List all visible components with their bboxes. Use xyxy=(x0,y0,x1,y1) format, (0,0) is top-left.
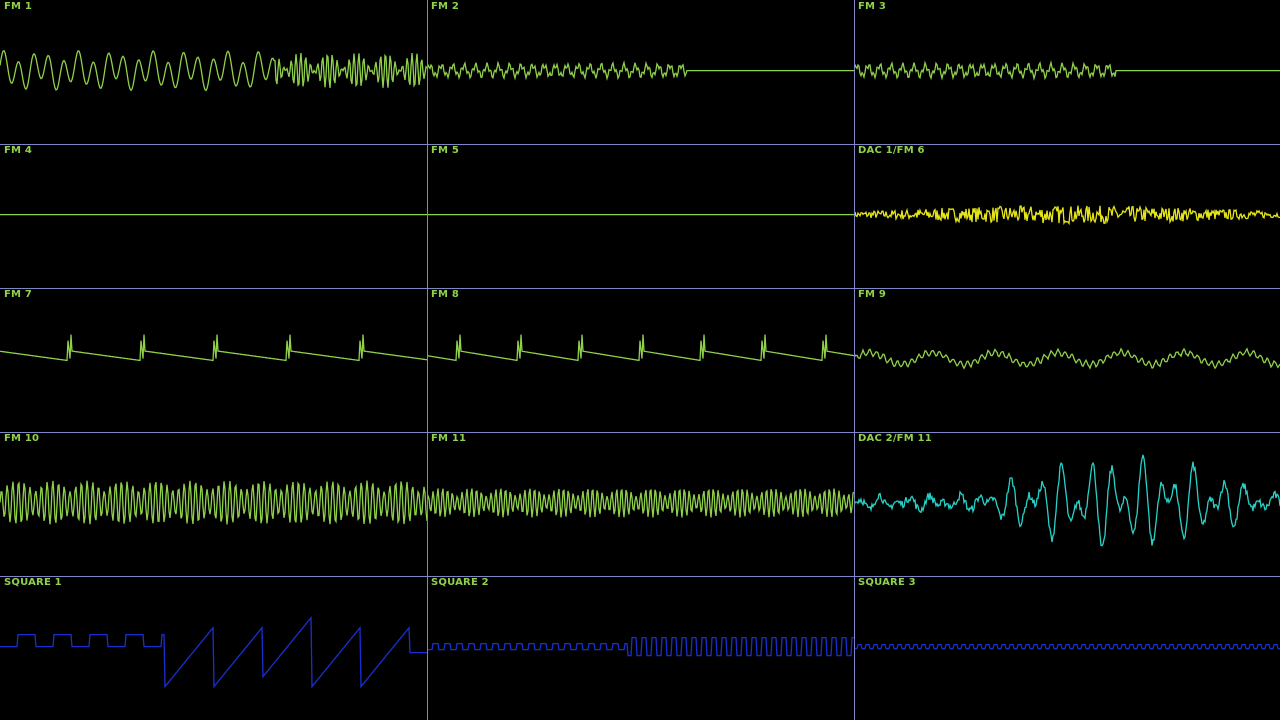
channel-panel: SQUARE 3 xyxy=(854,576,1280,720)
grid-divider xyxy=(0,576,1280,577)
waveform-trace xyxy=(854,347,1280,370)
channel-panel: FM 5 xyxy=(427,144,854,288)
waveform-trace xyxy=(427,334,854,362)
waveform-plot xyxy=(427,636,854,657)
channel-panel: FM 1 xyxy=(0,0,427,144)
channel-panel: FM 2 xyxy=(427,0,854,144)
channel-label: FM 3 xyxy=(858,1,887,12)
waveform-trace xyxy=(427,488,854,518)
channel-label: SQUARE 3 xyxy=(858,577,916,588)
waveform-trace xyxy=(0,480,427,525)
waveform-plot xyxy=(0,480,427,525)
waveform-trace xyxy=(854,454,1280,547)
channel-panel: DAC 2/FM 11 xyxy=(854,432,1280,576)
channel-label: FM 8 xyxy=(431,289,460,300)
grid-divider xyxy=(0,288,1280,289)
channel-panel: FM 11 xyxy=(427,432,854,576)
waveform-plot xyxy=(854,60,1280,81)
channel-label: DAC 1/FM 6 xyxy=(858,145,925,156)
channel-label: FM 5 xyxy=(431,145,460,156)
waveform-plot xyxy=(854,347,1280,370)
waveform-trace xyxy=(0,334,427,362)
grid-divider xyxy=(854,0,855,720)
channel-panel: FM 10 xyxy=(0,432,427,576)
channel-panel: FM 4 xyxy=(0,144,427,288)
channel-panel: FM 9 xyxy=(854,288,1280,432)
waveform-plot xyxy=(427,213,854,216)
waveform-plot xyxy=(0,616,427,689)
grid-divider xyxy=(427,0,428,720)
channel-label: FM 10 xyxy=(4,433,40,444)
channel-panel: FM 3 xyxy=(854,0,1280,144)
oscilloscope-grid: FM 1 FM 2 FM 3 FM 4 FM 5 DAC 1/FM 6 FM 7 FM 8 FM… xyxy=(0,0,1280,720)
channel-label: FM 4 xyxy=(4,145,33,156)
waveform-trace xyxy=(0,49,427,92)
channel-label: SQUARE 2 xyxy=(431,577,489,588)
channel-panel: FM 8 xyxy=(427,288,854,432)
channel-label: FM 2 xyxy=(431,1,460,12)
channel-panel: SQUARE 1 xyxy=(0,576,427,720)
waveform-plot xyxy=(854,204,1280,226)
waveform-trace xyxy=(854,60,1280,81)
waveform-plot xyxy=(0,334,427,362)
waveform-plot xyxy=(427,60,854,81)
channel-panel: DAC 1/FM 6 xyxy=(854,144,1280,288)
waveform-trace xyxy=(427,60,854,81)
waveform-trace xyxy=(854,643,1280,650)
waveform-plot xyxy=(854,454,1280,547)
waveform-trace xyxy=(854,204,1280,226)
channel-label: SQUARE 1 xyxy=(4,577,62,588)
waveform-plot xyxy=(854,643,1280,650)
grid-divider xyxy=(0,144,1280,145)
channel-label: FM 11 xyxy=(431,433,467,444)
waveform-plot xyxy=(427,334,854,362)
waveform-plot xyxy=(427,488,854,518)
waveform-trace xyxy=(0,616,427,689)
channel-label: DAC 2/FM 11 xyxy=(858,433,932,444)
waveform-trace xyxy=(427,636,854,657)
channel-label: FM 1 xyxy=(4,1,33,12)
channel-label: FM 9 xyxy=(858,289,887,300)
waveform-plot xyxy=(0,49,427,92)
channel-label: FM 7 xyxy=(4,289,33,300)
channel-panel: FM 7 xyxy=(0,288,427,432)
waveform-plot xyxy=(0,213,427,216)
grid-divider xyxy=(0,432,1280,433)
channel-panel: SQUARE 2 xyxy=(427,576,854,720)
